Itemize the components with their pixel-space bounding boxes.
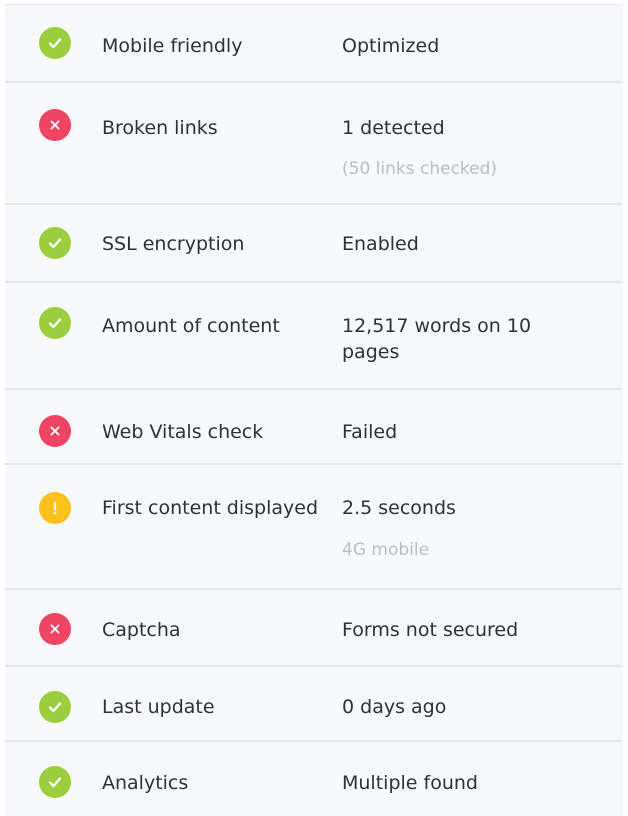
check-value: Failed bbox=[342, 421, 398, 443]
check-label: Analytics bbox=[102, 772, 189, 794]
check-label: SSL encryption bbox=[102, 233, 245, 255]
checks-panel: Mobile friendly Optimized Broken links 1… bbox=[5, 4, 623, 816]
check-value: Enabled bbox=[342, 233, 419, 255]
check-row-mobile-friendly: Mobile friendly Optimized bbox=[5, 5, 623, 83]
check-icon bbox=[39, 307, 71, 339]
check-icon bbox=[39, 227, 71, 259]
check-row-analytics: Analytics Multiple found bbox=[5, 742, 623, 816]
check-value: 1 detected bbox=[342, 117, 445, 139]
check-row-ssl-encryption: SSL encryption Enabled bbox=[5, 205, 623, 283]
cross-icon bbox=[39, 613, 71, 645]
check-value: Forms not secured bbox=[342, 619, 519, 641]
check-label: Web Vitals check bbox=[102, 421, 264, 443]
check-icon bbox=[39, 691, 71, 723]
check-label: First content displayed bbox=[102, 497, 319, 519]
check-value: Optimized bbox=[342, 35, 440, 57]
cross-icon bbox=[39, 415, 71, 447]
exclamation-icon bbox=[39, 492, 71, 524]
check-value: Multiple found bbox=[342, 772, 478, 794]
check-value: 12,517 words on 10 pages bbox=[342, 315, 532, 363]
check-value: 0 days ago bbox=[342, 696, 447, 718]
check-icon bbox=[39, 27, 71, 59]
check-row-broken-links: Broken links 1 detected (50 links checke… bbox=[5, 83, 623, 205]
check-label: Mobile friendly bbox=[102, 35, 243, 57]
check-value: 2.5 seconds bbox=[342, 497, 456, 519]
check-label: Last update bbox=[102, 696, 215, 718]
cross-icon bbox=[39, 109, 71, 141]
check-row-last-update: Last update 0 days ago bbox=[5, 667, 623, 742]
check-icon bbox=[39, 766, 71, 798]
check-label: Amount of content bbox=[102, 315, 280, 337]
check-note: (50 links checked) bbox=[342, 159, 498, 179]
check-label: Broken links bbox=[102, 117, 218, 139]
check-row-first-content-displayed: First content displayed 2.5 seconds 4G m… bbox=[5, 465, 623, 590]
check-label: Captcha bbox=[102, 619, 181, 641]
check-row-amount-of-content: Amount of content 12,517 words on 10 pag… bbox=[5, 283, 623, 390]
check-note: 4G mobile bbox=[342, 540, 430, 560]
check-row-web-vitals: Web Vitals check Failed bbox=[5, 390, 623, 465]
check-row-captcha: Captcha Forms not secured bbox=[5, 590, 623, 667]
